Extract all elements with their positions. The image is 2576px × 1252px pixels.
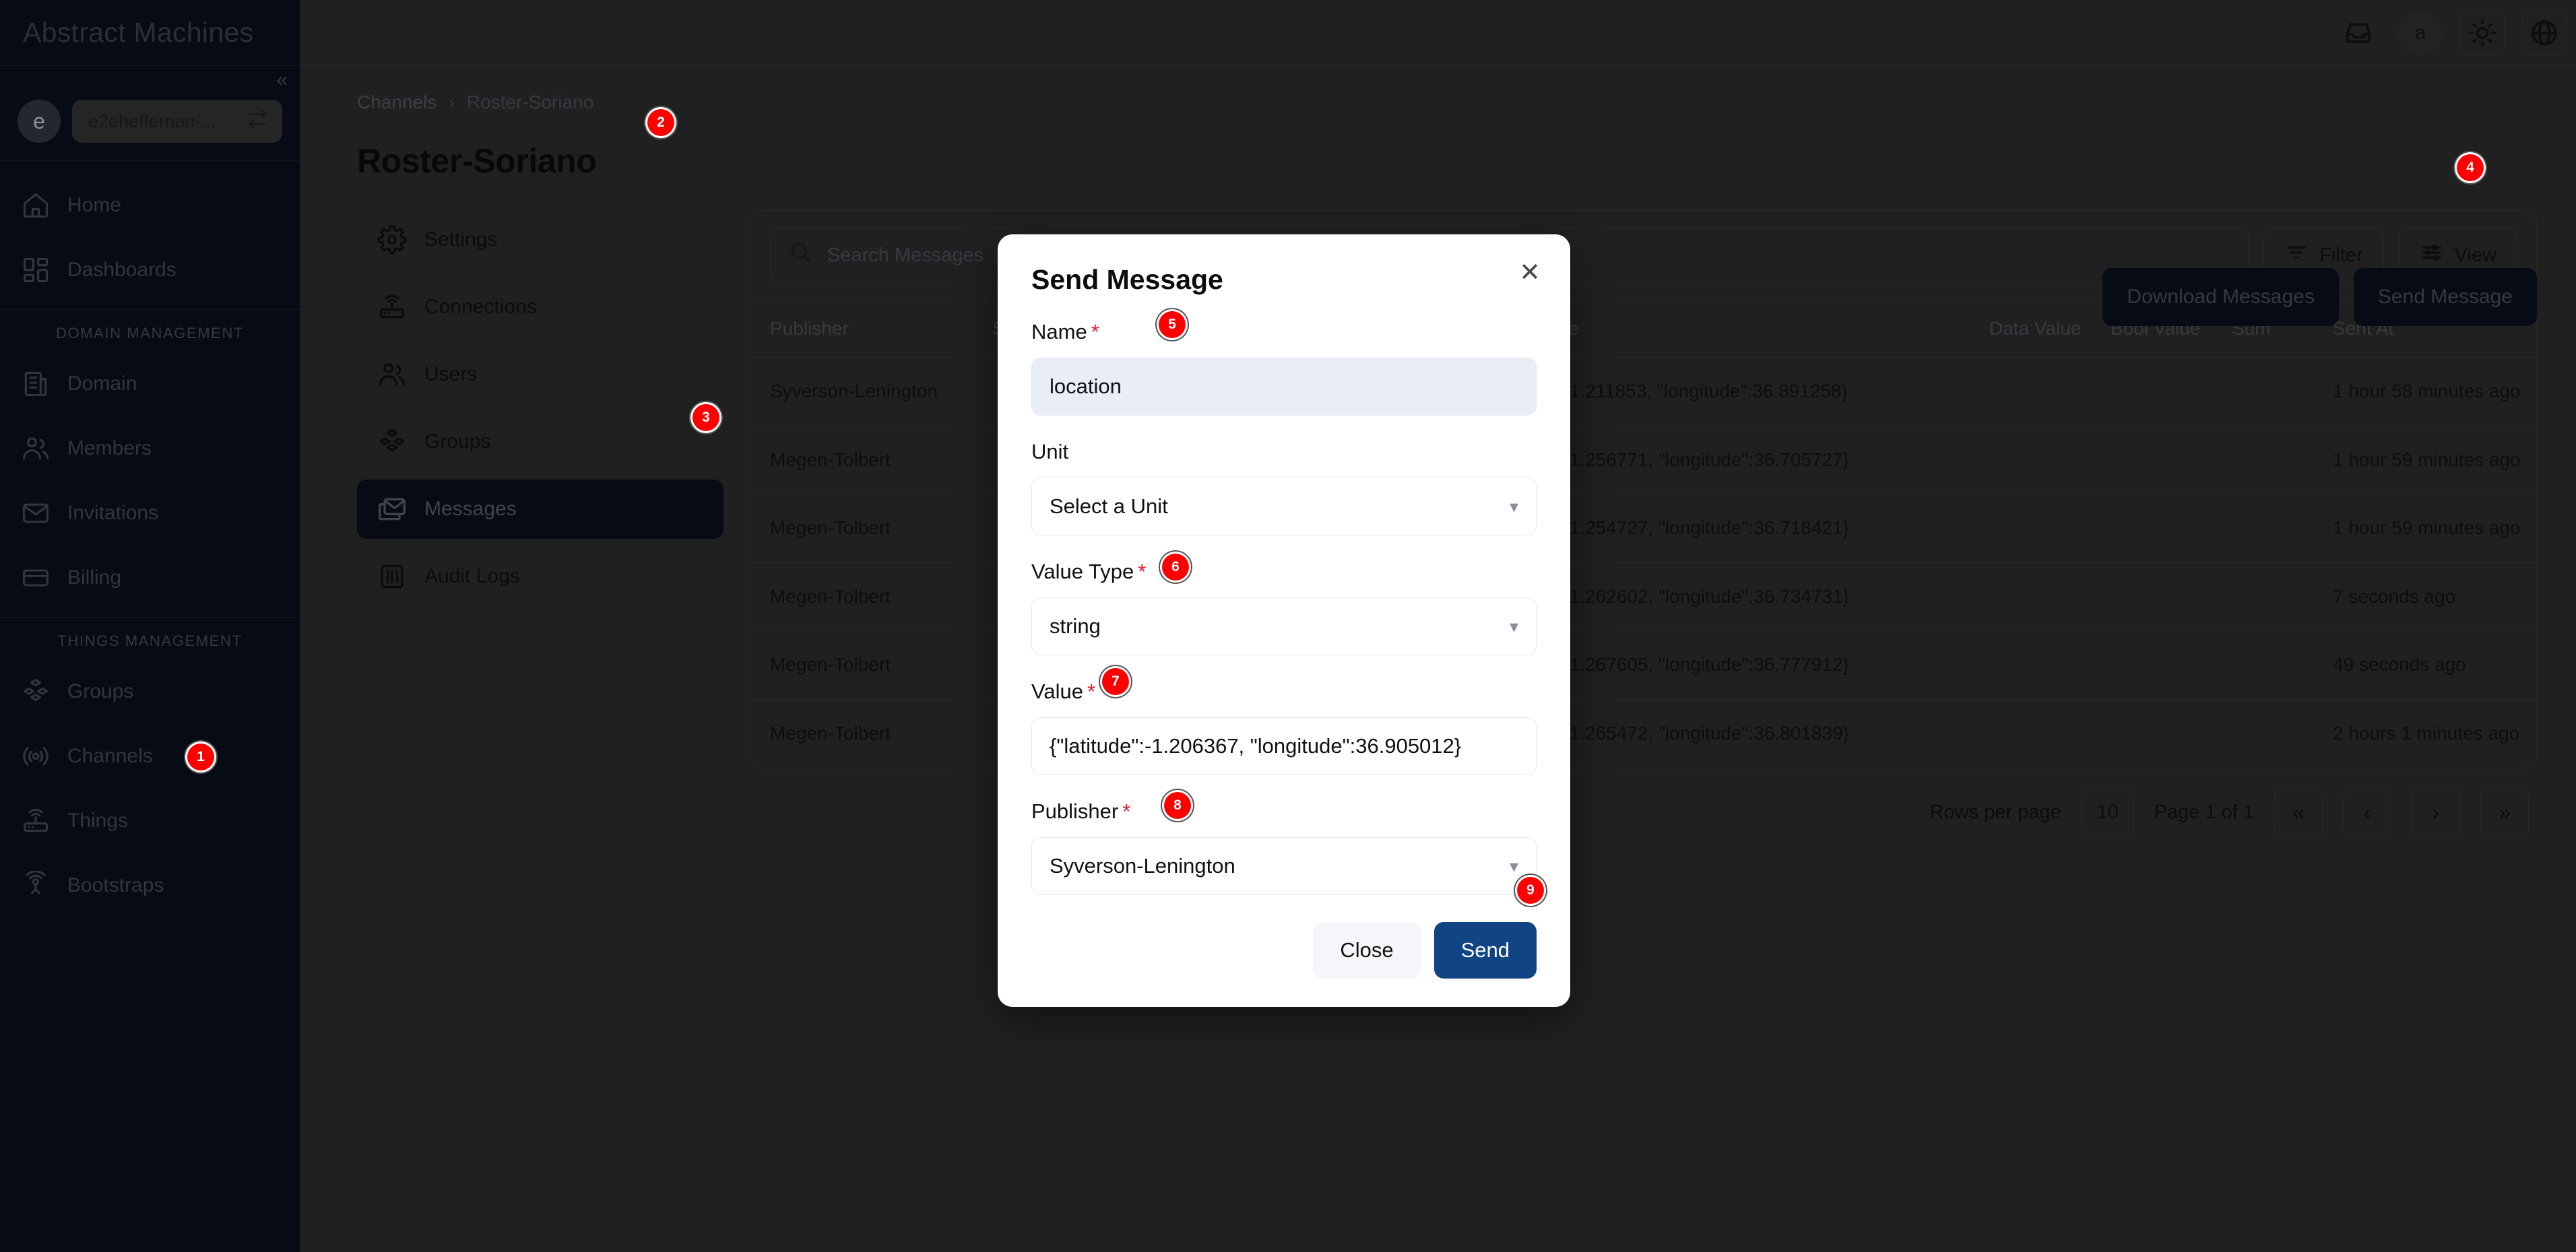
unit-label: Unit [1031, 440, 1537, 464]
modal-title: Send Message [1031, 264, 1223, 295]
annotation-marker-2: 2 [647, 109, 674, 136]
send-message-modal: ✕ Send Message Name * location Unit Selec… [998, 234, 1570, 1007]
field-value-type: Value Type * string ▾ [1031, 560, 1537, 655]
publisher-label: Publisher * [1031, 799, 1537, 824]
publisher-select-value: Syverson-Lenington [1050, 854, 1235, 878]
value-input[interactable]: {"latitude":-1.206367, "longitude":36.90… [1031, 717, 1537, 775]
publisher-select[interactable]: Syverson-Lenington ▾ [1031, 837, 1537, 895]
annotation-marker-4: 4 [2457, 154, 2484, 181]
field-name: Name * location [1031, 320, 1537, 416]
send-button[interactable]: Send [1434, 922, 1537, 979]
close-icon[interactable]: ✕ [1519, 260, 1541, 286]
unit-select-value: Select a Unit [1050, 494, 1168, 518]
value-type-label: Value Type * [1031, 560, 1537, 584]
name-input[interactable]: location [1031, 358, 1537, 416]
chevron-down-icon: ▾ [1509, 855, 1518, 876]
publisher-label-text: Publisher [1031, 799, 1119, 823]
required-asterisk: * [1091, 320, 1099, 343]
annotation-marker-3: 3 [693, 404, 719, 431]
modal-overlay[interactable]: ✕ Send Message Name * location Unit Selec… [0, 0, 2576, 1252]
close-button[interactable]: Close [1313, 922, 1421, 979]
annotation-marker-7: 7 [1102, 668, 1129, 695]
chevron-down-icon: ▾ [1509, 496, 1518, 517]
unit-label-text: Unit [1031, 440, 1069, 463]
field-value: Value * {"latitude":-1.206367, "longitude… [1031, 680, 1537, 775]
annotation-marker-8: 8 [1164, 792, 1191, 819]
name-label-text: Name [1031, 320, 1087, 343]
field-publisher: Publisher * Syverson-Lenington ▾ [1031, 799, 1537, 895]
annotation-marker-5: 5 [1159, 311, 1186, 338]
value-type-select[interactable]: string ▾ [1031, 597, 1537, 655]
value-label-text: Value [1031, 680, 1083, 703]
annotation-marker-6: 6 [1162, 554, 1189, 581]
value-type-label-text: Value Type [1031, 560, 1134, 583]
required-asterisk: * [1087, 680, 1096, 703]
annotation-marker-1: 1 [187, 744, 214, 770]
app-root: Abstract Machines « e e2eheffernan-... H… [0, 0, 2576, 1252]
modal-actions: Close Send [1031, 922, 1537, 979]
unit-select[interactable]: Select a Unit ▾ [1031, 477, 1537, 535]
field-unit: Unit Select a Unit ▾ [1031, 440, 1537, 535]
annotation-marker-9: 9 [1517, 877, 1544, 904]
value-type-select-value: string [1050, 614, 1101, 638]
name-label: Name * [1031, 320, 1537, 344]
required-asterisk: * [1138, 560, 1147, 583]
required-asterisk: * [1122, 799, 1131, 823]
chevron-down-icon: ▾ [1509, 616, 1518, 636]
